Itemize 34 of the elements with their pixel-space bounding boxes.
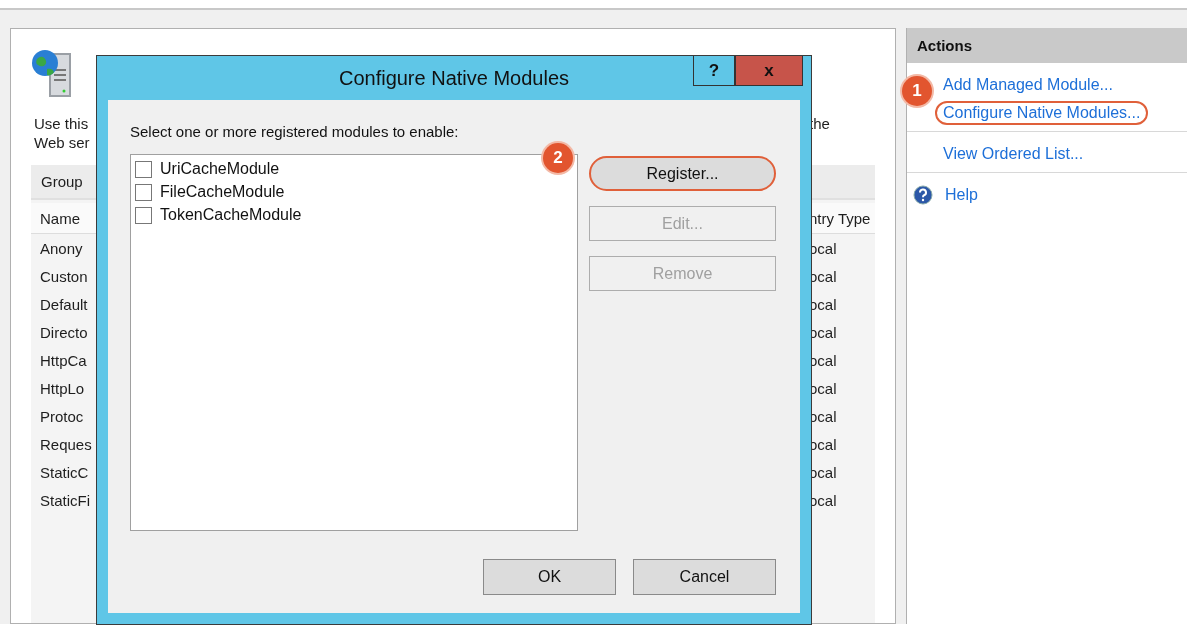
- table-cell: StaticC: [40, 463, 89, 481]
- ok-button[interactable]: OK: [483, 559, 616, 595]
- table-cell: Protoc: [40, 407, 84, 425]
- module-label[interactable]: FileCacheModule: [160, 183, 285, 201]
- table-cell: HttpCa: [40, 351, 87, 369]
- description-text: Use this: [34, 115, 89, 132]
- table-cell: Reques: [40, 435, 92, 453]
- checkbox[interactable]: [135, 160, 152, 178]
- help-link[interactable]: Help: [937, 183, 986, 207]
- table-cell: StaticFi: [40, 491, 90, 509]
- step-badge: 2: [543, 143, 573, 173]
- module-label[interactable]: UriCacheModule: [160, 160, 280, 178]
- help-icon: [913, 185, 933, 205]
- module-label[interactable]: TokenCacheModule: [160, 206, 302, 224]
- table-cell: HttpLo: [40, 379, 85, 397]
- prompt-text: Select one or more registered modules to enable:: [130, 123, 460, 140]
- dialog-title: Configure Native Modules: [338, 66, 570, 90]
- checkbox[interactable]: [135, 206, 152, 224]
- dialog-button[interactable]: Register...: [589, 156, 776, 191]
- cancel-button[interactable]: Cancel: [633, 559, 776, 595]
- help-button[interactable]: ?: [693, 56, 735, 86]
- step-badge: 1: [902, 76, 932, 106]
- table-cell: Directo: [40, 323, 88, 341]
- checkbox[interactable]: [135, 183, 152, 201]
- table-cell: Anony: [40, 239, 83, 257]
- column-header[interactable]: Name: [40, 209, 80, 227]
- close-button[interactable]: x: [735, 56, 803, 86]
- action-link[interactable]: View Ordered List...: [935, 142, 1092, 166]
- description-text: Web ser: [34, 134, 90, 151]
- action-link[interactable]: Configure Native Modules...: [935, 101, 1149, 125]
- table-cell: Default: [40, 295, 88, 313]
- actions-header: Actions: [907, 28, 1187, 63]
- action-link[interactable]: Add Managed Module...: [935, 73, 1121, 97]
- table-cell: Custon: [40, 267, 88, 285]
